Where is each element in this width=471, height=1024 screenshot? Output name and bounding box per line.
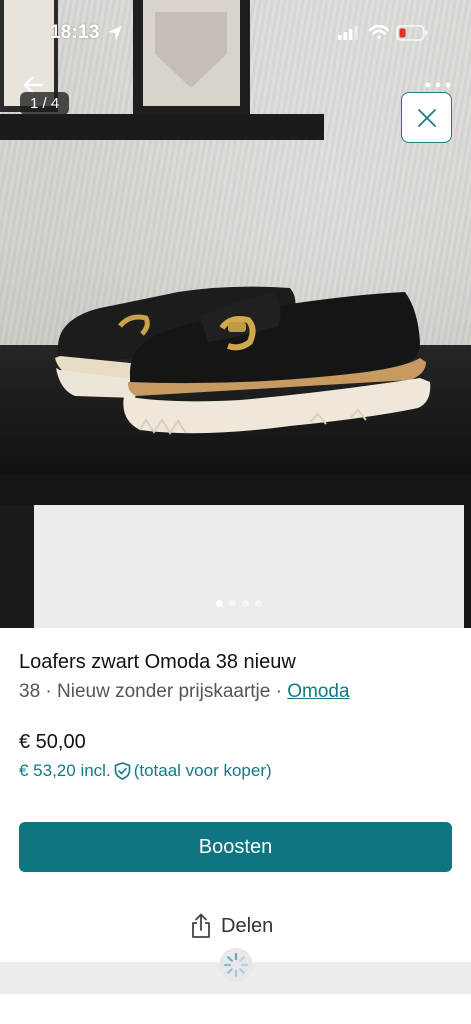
picture-frame-right bbox=[133, 0, 250, 116]
price-incl-protection[interactable]: € 53,20 incl. (totaal voor koper) bbox=[19, 761, 272, 781]
loafers-image bbox=[55, 286, 431, 435]
gallery-pagination bbox=[216, 600, 262, 607]
gallery-dot[interactable] bbox=[229, 600, 236, 607]
listing-condition: Nieuw zonder prijskaartje bbox=[57, 681, 271, 702]
status-time: 18:13 bbox=[50, 22, 100, 43]
gallery-dot[interactable] bbox=[242, 600, 249, 607]
loading-spinner bbox=[219, 948, 253, 982]
share-button[interactable]: Delen bbox=[190, 913, 273, 939]
gallery-dot-active[interactable] bbox=[216, 600, 223, 607]
wifi-icon bbox=[369, 25, 389, 40]
listing-title: Loafers zwart Omoda 38 nieuw bbox=[19, 651, 296, 673]
shield-check-icon[interactable] bbox=[114, 762, 131, 780]
share-label: Delen bbox=[221, 914, 274, 937]
location-arrow-icon bbox=[108, 26, 122, 40]
brand-link[interactable]: Omoda bbox=[287, 681, 349, 702]
loading-spinner-icon bbox=[223, 952, 249, 978]
listing-size: 38 bbox=[19, 681, 41, 702]
close-icon bbox=[417, 108, 436, 127]
more-options-icon[interactable] bbox=[425, 82, 451, 88]
listing-photo[interactable] bbox=[0, 0, 471, 628]
cabinet-side bbox=[0, 505, 34, 628]
meta-separator: · bbox=[45, 681, 52, 702]
battery-low-icon bbox=[396, 25, 428, 41]
price-incl-note: (totaal voor koper) bbox=[133, 761, 272, 780]
boost-button[interactable]: Boosten bbox=[19, 822, 452, 872]
status-bar: 18:13 bbox=[0, 22, 471, 52]
wall-shelf bbox=[0, 114, 324, 140]
image-counter: 1 / 4 bbox=[20, 92, 70, 115]
cabinet-white-panel bbox=[34, 505, 464, 628]
signal-icon bbox=[338, 26, 358, 40]
listing-price: € 50,00 bbox=[19, 731, 86, 753]
price-incl-value: € 53,20 incl. bbox=[19, 761, 111, 780]
listing-meta: 38 · Nieuw zonder prijskaartje · Omoda bbox=[19, 681, 350, 703]
close-button[interactable] bbox=[401, 92, 452, 143]
share-icon bbox=[192, 913, 210, 938]
meta-separator: · bbox=[275, 681, 282, 702]
gallery-dot[interactable] bbox=[255, 600, 262, 607]
